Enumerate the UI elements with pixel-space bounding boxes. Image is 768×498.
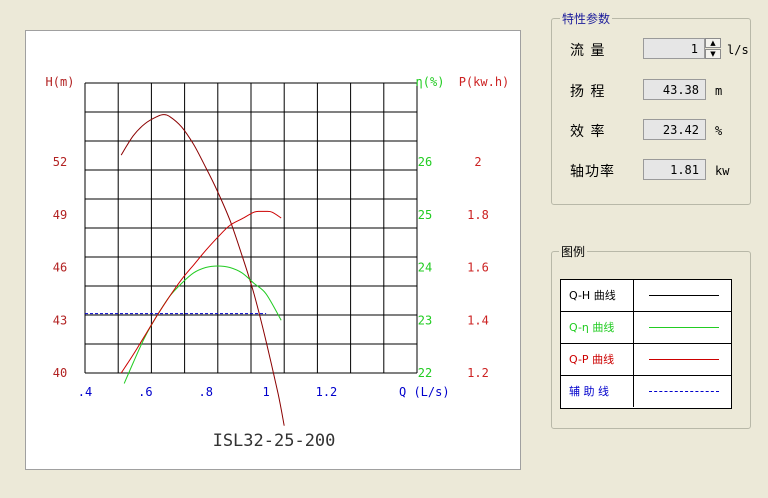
params-title: 特性参数 [560,10,613,27]
spin-up-button[interactable]: ▲ [705,38,721,48]
performance-chart: .4 .6 .8 1 1.2 Q (L/s) 40 43 46 49 52 H(m) 22 23 24 25 2… [46,75,510,426]
series-line-1 [123,265,282,384]
legend-row-qh: Q-H 曲线 [561,280,731,312]
efficiency-field: 23.42 [643,119,706,140]
legend-title: 图例 [559,243,588,260]
efficiency-label: 效 率 [570,124,606,140]
legend-label-qp: Q-P 曲线 [561,344,634,375]
efficiency-tick-label: 26 [418,155,432,169]
power-tick-label: 1.4 [467,313,489,327]
legend-label-qeta: Q-η 曲线 [561,312,634,343]
x-axis-label: Q (L/s) [399,385,450,399]
power-tick-label: 1.6 [467,261,489,275]
legend-line-qh [649,295,719,296]
legend-line-qp [649,359,719,360]
x-tick-label: .6 [138,385,152,399]
legend-row-aux: 辅 助 线 [561,376,731,408]
legend-label-aux: 辅 助 线 [561,376,634,407]
head-field: 43.38 [643,79,706,100]
head-axis-label: H(m) [46,75,75,89]
flow-input[interactable]: 1 [643,38,705,59]
spin-down-button[interactable]: ▼ [705,49,721,59]
efficiency-tick-label: 24 [418,261,432,275]
legend-row-qp: Q-P 曲线 [561,344,731,376]
power-row: 轴功率 1.81 kw [570,159,750,181]
params-groupbox: 特性参数 流 量 1 ▲ ▼ l/s 扬 程 43.38 m 效 率 23.42… [551,10,751,205]
head-row: 扬 程 43.38 m [570,79,750,101]
chart-title: ISL32-25-200 [212,431,336,451]
flow-unit: l/s [727,43,749,57]
power-tick-label: 2 [474,155,481,169]
power-axis-label: P(kw.h) [459,75,510,89]
head-tick-label: 46 [53,261,67,275]
legend-table: Q-H 曲线 Q-η 曲线 Q-P 曲线 辅 助 线 [560,279,732,409]
flow-spinner[interactable]: ▲ ▼ [705,38,721,59]
power-unit: kw [715,164,730,178]
efficiency-tick-label: 22 [418,366,432,380]
head-unit: m [715,84,723,98]
x-tick-label: 1.2 [316,385,338,399]
head-tick-label: 49 [53,208,67,222]
legend-line-qeta [649,327,719,328]
head-label: 扬 程 [570,84,606,100]
head-tick-label: 40 [53,366,67,380]
flow-row: 流 量 1 ▲ ▼ l/s [570,38,750,60]
chart-panel: .4 .6 .8 1 1.2 Q (L/s) 40 43 46 49 52 H(m) 22 23 24 25 2… [25,30,521,470]
flow-label: 流 量 [570,43,606,59]
power-label: 轴功率 [570,164,615,180]
power-field: 1.81 [643,159,706,180]
legend-line-aux [649,391,719,392]
efficiency-tick-label: 25 [418,208,432,222]
head-tick-label: 52 [53,155,67,169]
power-tick-label: 1.8 [467,208,489,222]
efficiency-axis-label: η(%) [416,75,445,89]
head-tick-label: 43 [53,313,67,327]
power-tick-label: 1.2 [467,366,489,380]
efficiency-row: 效 率 23.42 % [570,119,750,141]
legend-label-qh: Q-H 曲线 [561,280,634,311]
x-tick-label: 1 [262,385,269,399]
x-tick-label: .4 [78,385,92,399]
legend-groupbox: 图例 Q-H 曲线 Q-η 曲线 Q-P 曲线 辅 助 线 [551,243,751,429]
series-line-0 [120,114,285,426]
series-line-2 [120,210,282,374]
efficiency-unit: % [715,124,723,138]
legend-row-qeta: Q-η 曲线 [561,312,731,344]
x-tick-label: .8 [199,385,213,399]
efficiency-tick-label: 23 [418,313,432,327]
